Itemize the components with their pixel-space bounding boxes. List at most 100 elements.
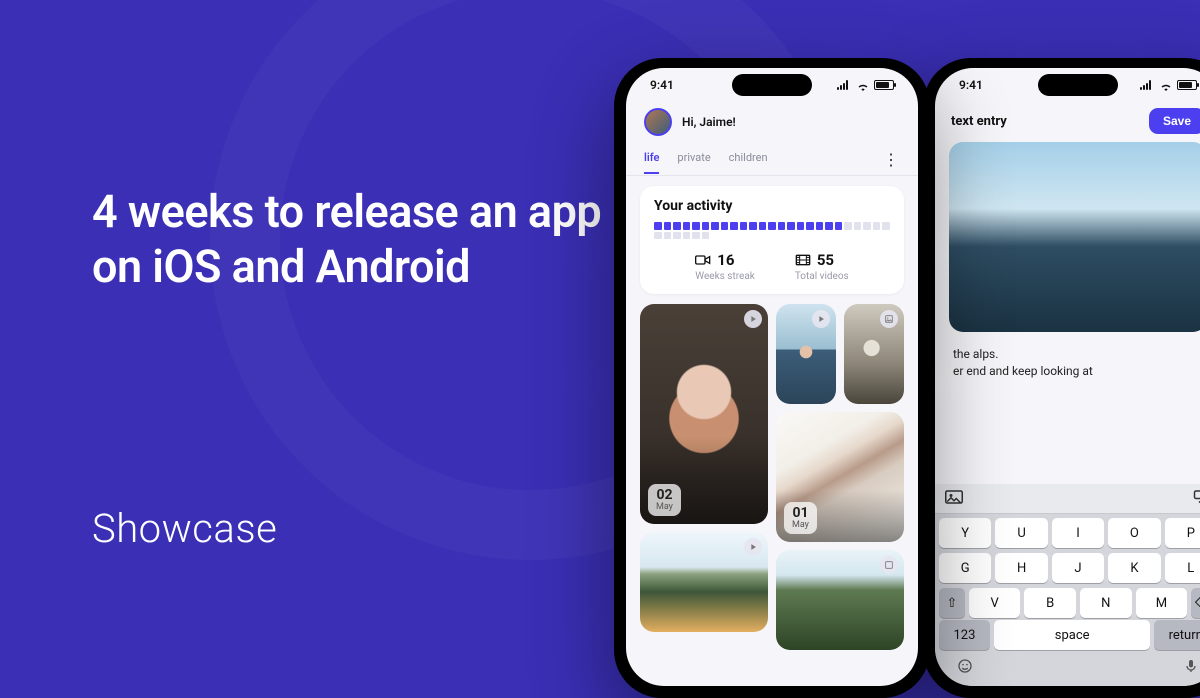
streak-day: [768, 222, 776, 230]
streak-day: [683, 232, 691, 240]
key-G[interactable]: G: [939, 553, 991, 583]
key-J[interactable]: J: [1052, 553, 1104, 583]
play-icon: [744, 310, 762, 328]
greeting-row: Hi, Jaime!: [626, 102, 918, 140]
wifi-icon: [856, 80, 870, 90]
streak-day: [882, 222, 890, 230]
key-O[interactable]: O: [1108, 518, 1160, 548]
category-tabs: life private children: [644, 151, 768, 174]
wifi-icon: [1159, 80, 1173, 90]
key-Y[interactable]: Y: [939, 518, 991, 548]
streak-day: [797, 222, 805, 230]
battery-icon: [874, 80, 894, 90]
more-vertical-icon[interactable]: ⋮: [883, 150, 900, 175]
tab-children[interactable]: children: [729, 151, 768, 174]
entry-line-1: the alps.: [953, 347, 998, 361]
streak-day: [692, 232, 700, 240]
image-icon: [880, 556, 898, 574]
streak-day: [730, 222, 738, 230]
status-time: 9:41: [959, 78, 983, 92]
streak-day: [664, 222, 672, 230]
entry-line-2: er end and keep looking at: [953, 364, 1093, 378]
key-V[interactable]: V: [969, 588, 1021, 618]
streak-day: [787, 222, 795, 230]
weeks-streak-label: Weeks streak: [695, 271, 755, 282]
key-return[interactable]: return: [1154, 620, 1200, 650]
gallery-tile[interactable]: 01 May: [776, 412, 904, 542]
metric-total-videos: 55 Total videos: [795, 251, 849, 282]
save-button[interactable]: Save: [1149, 108, 1200, 134]
tile-date-badge: 01 May: [784, 502, 817, 534]
streak-day: [759, 222, 767, 230]
streak-day: [654, 232, 662, 240]
status-bar: 9:41: [935, 68, 1200, 102]
streak-day: [692, 222, 700, 230]
streak-day: [654, 222, 662, 230]
tab-life[interactable]: life: [644, 151, 659, 174]
streak-day: [806, 222, 814, 230]
signal-icon: [837, 80, 852, 90]
key-B[interactable]: B: [1024, 588, 1076, 618]
tab-private[interactable]: private: [677, 151, 710, 174]
streak-day: [863, 222, 871, 230]
keyboard[interactable]: YUIOP GHJKL ⇧VBNM⌫ 123 space return: [935, 484, 1200, 686]
streak-day: [721, 222, 729, 230]
streak-day: [664, 232, 672, 240]
streak-day: [673, 232, 681, 240]
total-videos-label: Total videos: [795, 271, 849, 282]
gallery-tile[interactable]: [776, 304, 836, 404]
footer-label: Showcase: [92, 505, 277, 552]
entry-photo[interactable]: [949, 142, 1200, 332]
gallery-tile[interactable]: [640, 532, 768, 632]
gallery-tile[interactable]: 02 May: [640, 304, 768, 524]
streak-day: [825, 222, 833, 230]
image-icon: [880, 310, 898, 328]
mic-icon[interactable]: [1183, 658, 1199, 678]
weeks-streak-value: 16: [717, 251, 734, 269]
battery-icon: [1177, 80, 1197, 90]
key-numbers[interactable]: 123: [939, 620, 990, 650]
streak-day: [844, 222, 852, 230]
streak-day: [702, 232, 710, 240]
emoji-icon[interactable]: [957, 658, 973, 678]
play-icon: [744, 538, 762, 556]
dynamic-island: [732, 74, 812, 96]
key-⌫[interactable]: ⌫: [1191, 588, 1200, 618]
streak-day: [702, 222, 710, 230]
dynamic-island: [1038, 74, 1118, 96]
key-U[interactable]: U: [995, 518, 1047, 548]
streak-day: [816, 222, 824, 230]
tile-date-badge: 02 May: [648, 484, 681, 516]
greeting-text: Hi, Jaime!: [682, 115, 736, 129]
entry-header: text entry Save: [935, 102, 1200, 142]
avatar[interactable]: [644, 108, 672, 136]
metric-weeks-streak: 16 Weeks streak: [695, 251, 755, 282]
key-P[interactable]: P: [1165, 518, 1200, 548]
gallery-tile[interactable]: [844, 304, 904, 404]
key-H[interactable]: H: [995, 553, 1047, 583]
key-⇧[interactable]: ⇧: [939, 588, 965, 618]
gallery: 02 May: [626, 304, 918, 650]
streak-grid: [654, 222, 890, 239]
video-icon: [695, 253, 711, 267]
key-L[interactable]: L: [1165, 553, 1200, 583]
streak-day: [740, 222, 748, 230]
key-I[interactable]: I: [1052, 518, 1104, 548]
gallery-tile[interactable]: [776, 550, 904, 650]
tabs-divider: [626, 175, 918, 176]
streak-day: [835, 222, 843, 230]
headline-text: 4 weeks to release an app on iOS and And…: [92, 185, 612, 295]
phone-mockup-front: 9:41 Hi, Jaime! lifeprivatechildren ⋮ Yo…: [614, 58, 930, 698]
key-N[interactable]: N: [1080, 588, 1132, 618]
streak-day: [873, 222, 881, 230]
phone-mockup-back: 9:41 text entry Save the alps. er end an…: [923, 58, 1200, 698]
key-space[interactable]: space: [994, 620, 1151, 650]
entry-text[interactable]: the alps. er end and keep looking at: [935, 332, 1200, 395]
streak-day: [854, 222, 862, 230]
photo-attach-icon[interactable]: [945, 489, 963, 508]
key-K[interactable]: K: [1108, 553, 1160, 583]
keyboard-collapse-icon[interactable]: [1193, 489, 1200, 508]
keyboard-toolbar[interactable]: [935, 484, 1200, 514]
streak-day: [778, 222, 786, 230]
key-M[interactable]: M: [1136, 588, 1188, 618]
